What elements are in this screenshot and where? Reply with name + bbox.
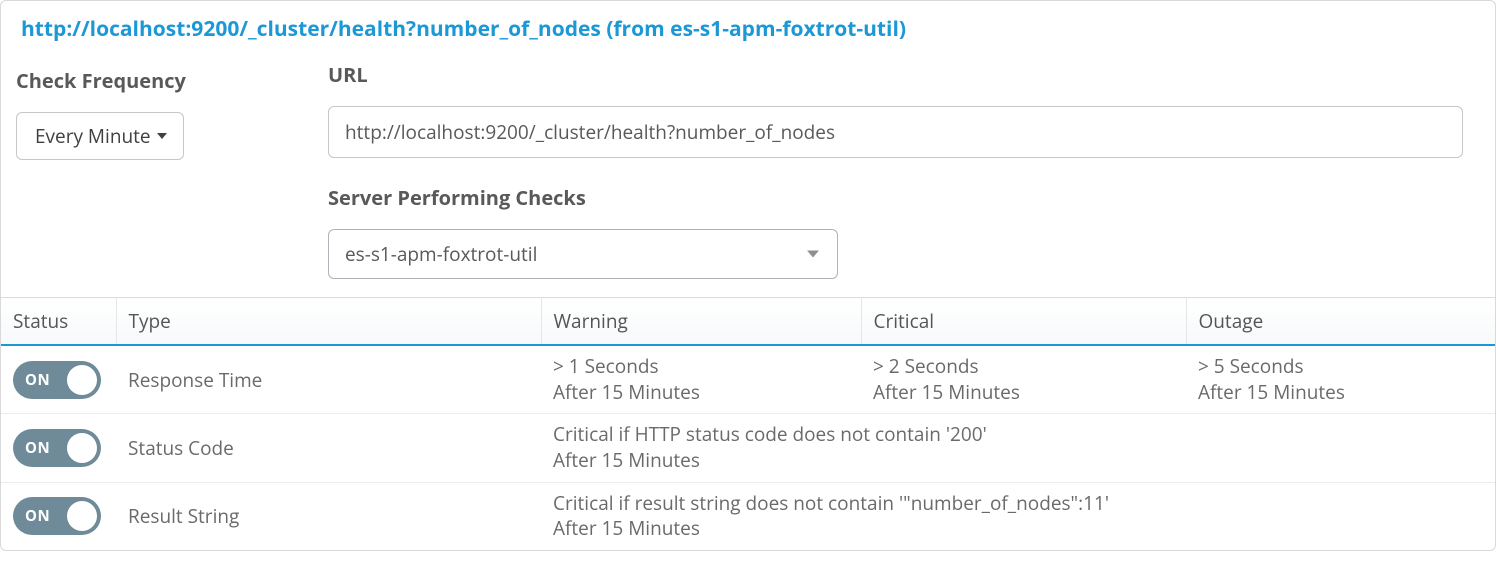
caret-down-icon: [807, 251, 819, 258]
check-type: Status Code: [116, 414, 541, 482]
server-label: Server Performing Checks: [328, 184, 1463, 211]
toggle-on-label: ON: [13, 506, 50, 526]
server-select-value: es-s1-apm-foxtrot-util: [345, 241, 537, 267]
critical-line1: > 2 Seconds: [873, 354, 1186, 380]
toggle-on-label: ON: [13, 438, 50, 458]
check-config-card: http://localhost:9200/_cluster/health?nu…: [0, 0, 1496, 551]
table-row: ON Status Code Critical if HTTP status c…: [1, 414, 1495, 482]
url-input[interactable]: [328, 106, 1463, 158]
col-header-critical[interactable]: Critical: [861, 298, 1186, 346]
col-header-outage[interactable]: Outage: [1186, 298, 1495, 346]
config-top-section: Check Frequency Every Minute URL Server …: [1, 51, 1495, 297]
main-column: URL Server Performing Checks es-s1-apm-f…: [316, 51, 1495, 279]
warning-line2: After 15 Minutes: [553, 380, 861, 406]
frequency-column: Check Frequency Every Minute: [1, 51, 316, 160]
toggle-knob-icon: [67, 501, 97, 531]
table-header-row: Status Type Warning Critical Outage: [1, 298, 1495, 346]
outage-line1: > 5 Seconds: [1198, 354, 1495, 380]
critical-line2: After 15 Minutes: [873, 380, 1186, 406]
check-type: Response Time: [116, 345, 541, 414]
table-row: ON Result String Critical if result stri…: [1, 482, 1495, 550]
table-row: ON Response Time > 1 Seconds After 15 Mi…: [1, 345, 1495, 414]
condition-line2: After 15 Minutes: [553, 516, 1495, 542]
thresholds-table: Status Type Warning Critical Outage ON R…: [1, 297, 1495, 550]
check-type: Result String: [116, 482, 541, 550]
caret-down-icon: [157, 133, 167, 139]
server-select[interactable]: es-s1-apm-foxtrot-util: [328, 229, 838, 279]
critical-cell: > 2 Seconds After 15 Minutes: [861, 345, 1186, 414]
warning-line1: > 1 Seconds: [553, 354, 861, 380]
condition-line1: Critical if HTTP status code does not co…: [553, 422, 1495, 448]
outage-cell: > 5 Seconds After 15 Minutes: [1186, 345, 1495, 414]
col-header-status[interactable]: Status: [1, 298, 116, 346]
condition-line2: After 15 Minutes: [553, 448, 1495, 474]
col-header-warning[interactable]: Warning: [541, 298, 861, 346]
spanning-condition-cell: Critical if result string does not conta…: [541, 482, 1495, 550]
spanning-condition-cell: Critical if HTTP status code does not co…: [541, 414, 1495, 482]
server-select-wrap: es-s1-apm-foxtrot-util: [328, 229, 838, 279]
frequency-dropdown[interactable]: Every Minute: [16, 112, 184, 160]
warning-cell: > 1 Seconds After 15 Minutes: [541, 345, 861, 414]
status-toggle[interactable]: ON: [13, 361, 101, 399]
toggle-on-label: ON: [13, 370, 50, 390]
status-toggle[interactable]: ON: [13, 429, 101, 467]
card-title[interactable]: http://localhost:9200/_cluster/health?nu…: [1, 1, 1495, 51]
status-toggle[interactable]: ON: [13, 497, 101, 535]
toggle-knob-icon: [67, 365, 97, 395]
url-label: URL: [328, 61, 1463, 88]
frequency-label: Check Frequency: [16, 67, 316, 94]
condition-line1: Critical if result string does not conta…: [553, 491, 1495, 517]
toggle-knob-icon: [67, 433, 97, 463]
outage-line2: After 15 Minutes: [1198, 380, 1495, 406]
col-header-type[interactable]: Type: [116, 298, 541, 346]
frequency-value: Every Minute: [35, 123, 151, 149]
